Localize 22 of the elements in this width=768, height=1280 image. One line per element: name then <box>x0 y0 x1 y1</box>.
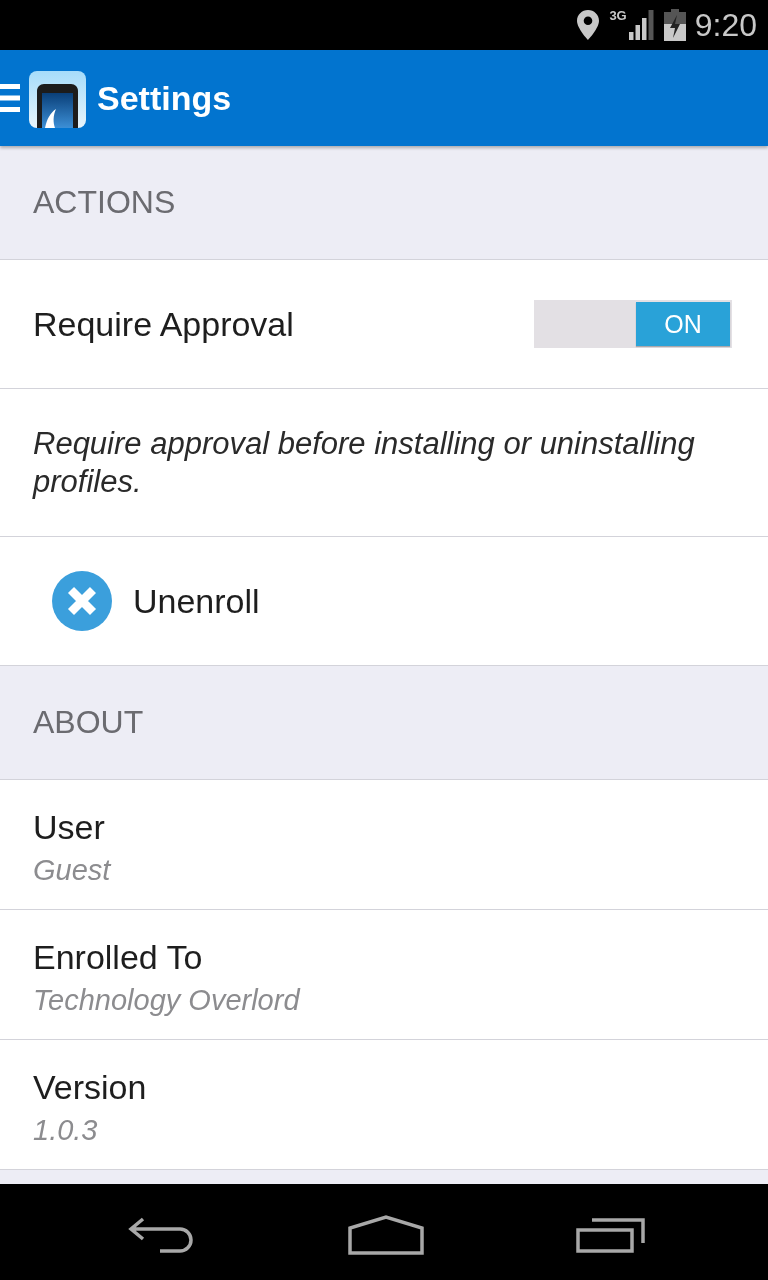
app-logo-icon[interactable] <box>29 71 86 128</box>
signal-bars-icon <box>628 10 654 40</box>
location-pin-icon <box>577 10 600 40</box>
info-value: Guest <box>33 853 111 887</box>
setting-description: Require approval before installing or uninstalling profiles. <box>33 424 696 501</box>
info-label: Enrolled To <box>33 937 203 977</box>
setting-label: Require Approval <box>33 304 294 344</box>
info-value: Technology Overlord <box>33 983 300 1017</box>
x-circle-icon <box>52 571 112 631</box>
network-type-label: 3G <box>609 8 627 23</box>
toggle-thumb: ON <box>636 302 730 346</box>
battery-charging-icon <box>663 9 686 41</box>
info-label: User <box>33 807 105 847</box>
status-time: 9:20 <box>694 7 757 43</box>
action-button[interactable]: Unenroll <box>52 571 260 631</box>
app-title: Settings <box>97 78 232 118</box>
info-label: Version <box>33 1067 147 1107</box>
home-icon[interactable] <box>348 1215 424 1255</box>
back-icon[interactable] <box>128 1217 196 1253</box>
menu-icon[interactable] <box>0 84 20 112</box>
recent-apps-icon[interactable] <box>576 1217 646 1253</box>
info-value: 1.0.3 <box>33 1113 98 1147</box>
